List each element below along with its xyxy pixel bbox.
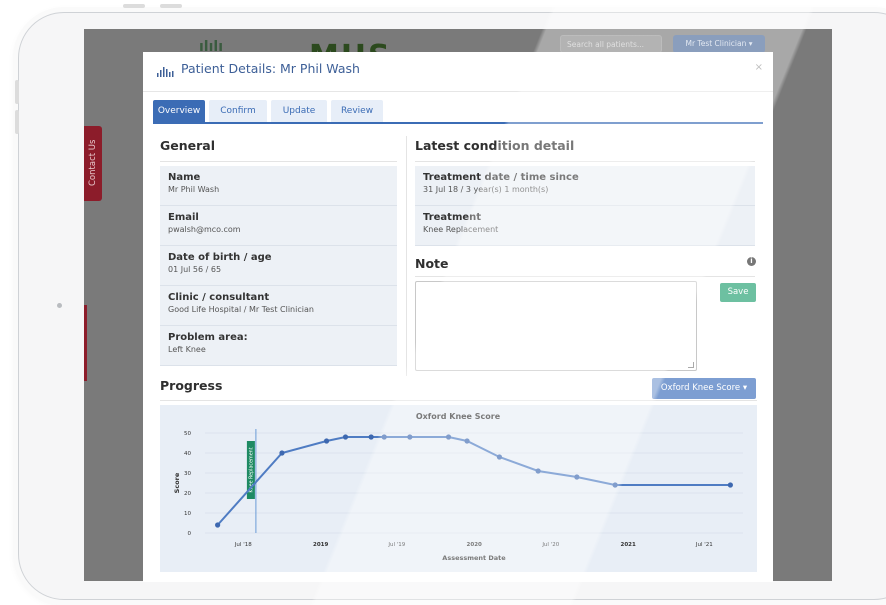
patient-details-modal: Patient Details: Mr Phil Wash × Overview… xyxy=(143,52,773,582)
camera-dot xyxy=(57,303,62,308)
info-value: 31 Jul 18 / 3 year(s) 1 month(s) xyxy=(423,185,549,194)
info-label: Email xyxy=(168,212,199,223)
tablet-button xyxy=(15,110,19,134)
close-icon[interactable]: × xyxy=(755,62,763,73)
score-type-label: Oxford Knee Score xyxy=(660,383,741,393)
info-email: Email pwalsh@mco.com xyxy=(160,206,397,246)
save-note-button[interactable]: Save xyxy=(720,283,756,302)
progress-chart: Oxford Knee Score 0 10 20 30 40 50 Score Jul '18… xyxy=(160,405,757,572)
note-heading: Note xyxy=(415,256,449,271)
data-point xyxy=(368,434,374,440)
x-tick-label: Jul '21 xyxy=(695,542,713,548)
info-icon[interactable]: i xyxy=(747,257,756,266)
info-problem-area: Problem area: Left Knee xyxy=(160,326,397,366)
background-strip xyxy=(84,305,87,381)
data-point xyxy=(496,454,503,460)
data-point xyxy=(464,438,470,444)
contact-us-label: Contact Us xyxy=(88,139,98,186)
info-value: Knee Replacement xyxy=(423,225,499,234)
data-point xyxy=(407,434,413,440)
series-line xyxy=(216,436,731,526)
note-textarea[interactable] xyxy=(415,281,697,371)
y-tick-label: 20 xyxy=(184,491,191,497)
info-label: Date of birth / age xyxy=(168,252,272,263)
x-tick-label: 2021 xyxy=(621,542,636,548)
info-label: Problem area: xyxy=(168,332,248,343)
info-value: 01 Jul 56 / 65 xyxy=(168,265,222,274)
info-value: pwalsh@mco.com xyxy=(168,225,241,234)
tablet-button xyxy=(160,4,182,8)
tab-underline xyxy=(153,122,763,124)
data-point xyxy=(445,434,452,440)
user-menu-button[interactable]: Mr Test Clinician ▾ xyxy=(673,35,765,53)
divider xyxy=(415,276,755,277)
tablet-button xyxy=(123,4,145,8)
data-point xyxy=(612,482,618,488)
divider xyxy=(415,161,755,162)
info-label: Name xyxy=(168,172,201,183)
info-dob: Date of birth / age 01 Jul 56 / 65 xyxy=(160,246,397,286)
tablet-button xyxy=(15,80,19,104)
x-tick-label: Jul '18 xyxy=(234,542,252,548)
chart-title: Oxford Knee Score xyxy=(416,412,501,421)
divider xyxy=(160,161,397,162)
info-clinic: Clinic / consultant Good Life Hospital /… xyxy=(160,286,397,326)
y-tick-label: 30 xyxy=(184,471,191,477)
data-point xyxy=(279,450,285,456)
info-name: Name Mr Phil Wash xyxy=(160,166,397,206)
condition-heading: Latest condition detail xyxy=(415,138,575,153)
tab-confirm[interactable]: Confirm xyxy=(209,100,267,122)
y-tick-label: 50 xyxy=(184,431,191,437)
general-heading: General xyxy=(160,138,215,153)
tab-review[interactable]: Review xyxy=(331,100,383,122)
x-axis-label: Assessment Date xyxy=(442,554,506,562)
data-point xyxy=(727,482,733,488)
data-point xyxy=(323,438,330,444)
general-info-list: Name Mr Phil Wash Email pwalsh@mco.com D… xyxy=(160,166,397,366)
y-tick-label: 0 xyxy=(188,531,192,537)
divider xyxy=(160,400,757,401)
user-menu-label: Mr Test Clinician xyxy=(685,39,747,48)
data-point xyxy=(381,434,387,440)
tab-update[interactable]: Update xyxy=(271,100,327,122)
column-divider xyxy=(406,136,407,376)
info-treatment-date: Treatment date / time since 31 Jul 18 / … xyxy=(415,166,755,206)
data-point xyxy=(342,434,349,440)
app-logo-icon xyxy=(157,67,174,77)
condition-info-list: Treatment date / time since 31 Jul 18 / … xyxy=(415,166,755,246)
x-tick-label: Jul '20 xyxy=(541,542,559,548)
info-label: Treatment date / time since xyxy=(423,172,579,183)
modal-title: Patient Details: Mr Phil Wash xyxy=(181,61,360,76)
x-tick-label: Jul '19 xyxy=(387,542,405,548)
patient-search-input[interactable]: Search all patients... xyxy=(560,35,662,53)
y-tick-label: 10 xyxy=(184,511,191,517)
x-tick-label: 2020 xyxy=(467,542,482,548)
info-value: Left Knee xyxy=(168,345,206,354)
x-tick-label: 2019 xyxy=(313,542,328,548)
data-point xyxy=(574,474,580,480)
progress-chart-svg: Oxford Knee Score 0 10 20 30 40 50 Score Jul '18… xyxy=(173,412,743,562)
info-value: Mr Phil Wash xyxy=(168,185,220,194)
tab-overview[interactable]: Overview xyxy=(153,100,205,122)
progress-heading: Progress xyxy=(160,378,223,393)
info-value: Good Life Hospital / Mr Test Clinician xyxy=(168,305,314,314)
y-axis-label: Score xyxy=(173,472,181,493)
resize-handle-icon[interactable] xyxy=(688,362,694,368)
info-label: Clinic / consultant xyxy=(168,292,270,303)
data-point xyxy=(215,522,221,528)
score-type-select[interactable]: Oxford Knee Score ▾ xyxy=(652,378,756,399)
modal-header: Patient Details: Mr Phil Wash × xyxy=(143,52,773,92)
info-treatment: Treatment Knee Replacement xyxy=(415,206,755,246)
y-tick-label: 40 xyxy=(184,451,191,457)
contact-us-tab[interactable]: Contact Us xyxy=(84,126,102,201)
data-point xyxy=(535,468,541,474)
info-label: Treatment xyxy=(423,212,482,223)
